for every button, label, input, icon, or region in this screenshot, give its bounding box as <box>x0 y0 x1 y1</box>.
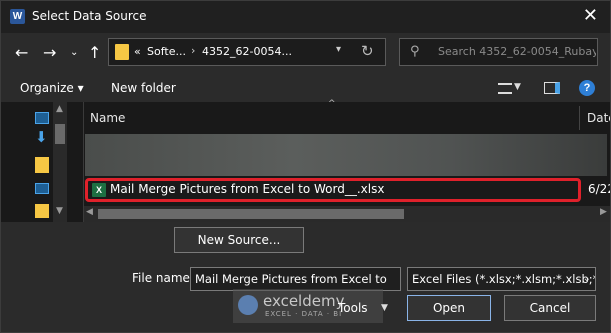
file-type-select[interactable]: Excel Files (*.xlsx;*.xlsm;*.xlsb;* ⌄ <box>407 267 596 291</box>
breadcrumb-overflow[interactable]: « <box>134 45 141 58</box>
tools-chevron-icon[interactable]: ▼ <box>381 303 388 313</box>
watermark-name: exceldemy <box>263 292 345 310</box>
view-options-chevron-icon[interactable]: ▼ <box>514 82 521 92</box>
scrollbar-thumb[interactable] <box>98 209 404 219</box>
search-input[interactable]: Search 4352_62-0054_Rubay... <box>438 45 596 58</box>
file-row-selected[interactable]: X Mail Merge Pictures from Excel to Word… <box>85 178 581 202</box>
column-header-name[interactable]: Name <box>90 111 125 125</box>
change-view-icon[interactable] <box>498 83 512 94</box>
file-name-label: File name: <box>132 271 194 285</box>
navigation-pane: ⬇ ▲ ▼ <box>1 102 67 222</box>
file-date: 6/22 <box>588 182 610 196</box>
sort-ascending-icon: ^ <box>328 99 336 109</box>
downloads-icon[interactable]: ⬇ <box>35 130 51 145</box>
organize-button[interactable]: Organize ▾ <box>20 81 84 95</box>
chevron-down-icon[interactable]: ⌄ <box>583 268 591 290</box>
watermark-tagline: EXCEL · DATA · BI <box>265 310 343 318</box>
navigation-scrollbar[interactable]: ▲ ▼ <box>53 102 67 222</box>
new-source-button[interactable]: New Source... <box>174 227 304 253</box>
address-bar[interactable]: « Softe... › 4352_62-0054... ▾ ↻ <box>108 38 386 66</box>
window-title: Select Data Source <box>32 9 147 23</box>
open-button[interactable]: Open <box>407 295 491 321</box>
search-box[interactable]: ⚲ Search 4352_62-0054_Rubay... <box>399 38 598 66</box>
new-folder-button[interactable]: New folder <box>111 81 176 95</box>
file-type-value: Excel Files (*.xlsx;*.xlsm;*.xlsb;* <box>412 272 596 286</box>
exceldemy-logo <box>238 295 258 315</box>
column-header-date[interactable]: Date <box>587 111 610 125</box>
file-name[interactable]: Mail Merge Pictures from Excel to Word__… <box>110 182 384 196</box>
excel-file-icon: X <box>92 183 106 197</box>
word-app-icon: W <box>10 9 25 24</box>
folder-icon[interactable] <box>35 204 49 218</box>
refresh-icon[interactable]: ↻ <box>361 42 374 60</box>
scroll-down-icon[interactable]: ▼ <box>56 206 63 216</box>
tools-button[interactable]: Tools <box>338 301 368 315</box>
file-name-input[interactable]: Mail Merge Pictures from Excel to <box>190 267 401 291</box>
folder-icon <box>115 44 129 60</box>
recent-locations-chevron-icon[interactable]: ⌄ <box>70 47 78 58</box>
forward-arrow-icon[interactable]: → <box>43 43 56 62</box>
breadcrumb-item[interactable]: 4352_62-0054... <box>202 45 292 58</box>
scrollbar-thumb[interactable] <box>55 124 65 144</box>
scroll-right-icon[interactable]: ▶ <box>600 207 607 217</box>
column-header-row: ^ Name Date <box>84 99 610 134</box>
up-arrow-icon[interactable]: ↑ <box>88 43 101 62</box>
cancel-button[interactable]: Cancel <box>504 295 596 321</box>
breadcrumb-separator: › <box>191 44 196 57</box>
documents-folder-icon[interactable] <box>35 157 49 173</box>
chevron-down-icon[interactable]: ▾ <box>336 44 341 55</box>
desktop-icon[interactable] <box>35 112 49 124</box>
preview-pane-icon[interactable] <box>544 82 560 94</box>
close-icon[interactable]: ✕ <box>583 5 598 26</box>
horizontal-scrollbar[interactable]: ◀ ▶ <box>84 206 610 222</box>
breadcrumb-item[interactable]: Softe... <box>147 45 186 58</box>
select-data-source-dialog: W Select Data Source ✕ ← → ⌄ ↑ « Softe..… <box>0 0 611 333</box>
back-arrow-icon[interactable]: ← <box>15 43 28 62</box>
column-divider[interactable] <box>579 106 580 130</box>
scroll-up-icon[interactable]: ▲ <box>56 104 63 114</box>
this-pc-icon[interactable] <box>35 183 49 194</box>
blurred-file-rows <box>85 134 607 176</box>
search-icon: ⚲ <box>410 44 420 59</box>
title-bar: W Select Data Source ✕ <box>1 1 610 33</box>
help-icon[interactable]: ? <box>579 80 595 96</box>
file-browser: ⬇ ▲ ▼ ^ Name Date X Mail Merge Pictures … <box>1 99 610 222</box>
scroll-left-icon[interactable]: ◀ <box>86 207 93 217</box>
